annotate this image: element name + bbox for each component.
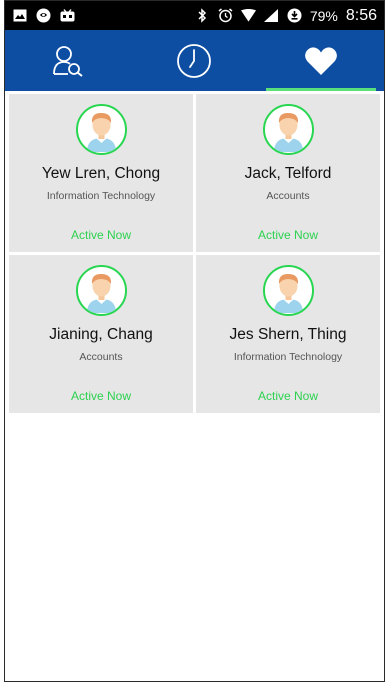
gamepad-icon (60, 8, 75, 23)
wifi-icon (240, 8, 256, 23)
contact-department: Accounts (266, 190, 310, 202)
contact-status: Active Now (257, 389, 319, 403)
contact-card[interactable]: Yew Lren, Chong Information Technology A… (9, 94, 193, 252)
status-bar: 79% 8:56 (5, 1, 384, 30)
contact-department: Information Technology (233, 351, 343, 363)
tab-bar (5, 30, 384, 91)
favorites-panel: Yew Lren, Chong Information Technology A… (5, 91, 384, 681)
gallery-icon (12, 8, 27, 23)
contact-status: Active Now (257, 228, 319, 242)
signal-icon (264, 8, 279, 23)
contact-department: Information Technology (46, 190, 156, 202)
avatar (262, 104, 314, 155)
clock-icon (175, 42, 213, 80)
contact-grid: Yew Lren, Chong Information Technology A… (9, 94, 380, 413)
tab-favorites[interactable] (258, 30, 384, 91)
contact-status: Active Now (70, 228, 132, 242)
contact-search-icon (51, 45, 85, 77)
app-icon (36, 8, 51, 23)
contact-name: Jack, Telford (244, 165, 332, 182)
app-frame: 79% 8:56 Yew Lren, Chong Information Tec… (4, 0, 385, 682)
contact-name: Yew Lren, Chong (41, 165, 161, 182)
contact-name: Jes Shern, Thing (229, 326, 347, 343)
avatar (75, 104, 127, 155)
contact-department: Accounts (79, 351, 123, 363)
tab-recent[interactable] (131, 30, 257, 91)
battery-percentage: 79% (309, 7, 338, 24)
heart-icon (304, 46, 338, 76)
contact-card[interactable]: Jianing, Chang Accounts Active Now (9, 255, 193, 413)
contact-name: Jianing, Chang (49, 326, 153, 343)
tab-contacts-search[interactable] (5, 30, 131, 91)
contact-status: Active Now (70, 389, 132, 403)
contact-card[interactable]: Jes Shern, Thing Information Technology … (196, 255, 380, 413)
contact-card[interactable]: Jack, Telford Accounts Active Now (196, 94, 380, 252)
battery-saver-icon (287, 8, 302, 23)
avatar (262, 265, 314, 316)
clock-time: 8:56 (345, 6, 377, 24)
avatar (75, 265, 127, 316)
bluetooth-icon (195, 8, 210, 23)
alarm-icon (218, 8, 233, 23)
